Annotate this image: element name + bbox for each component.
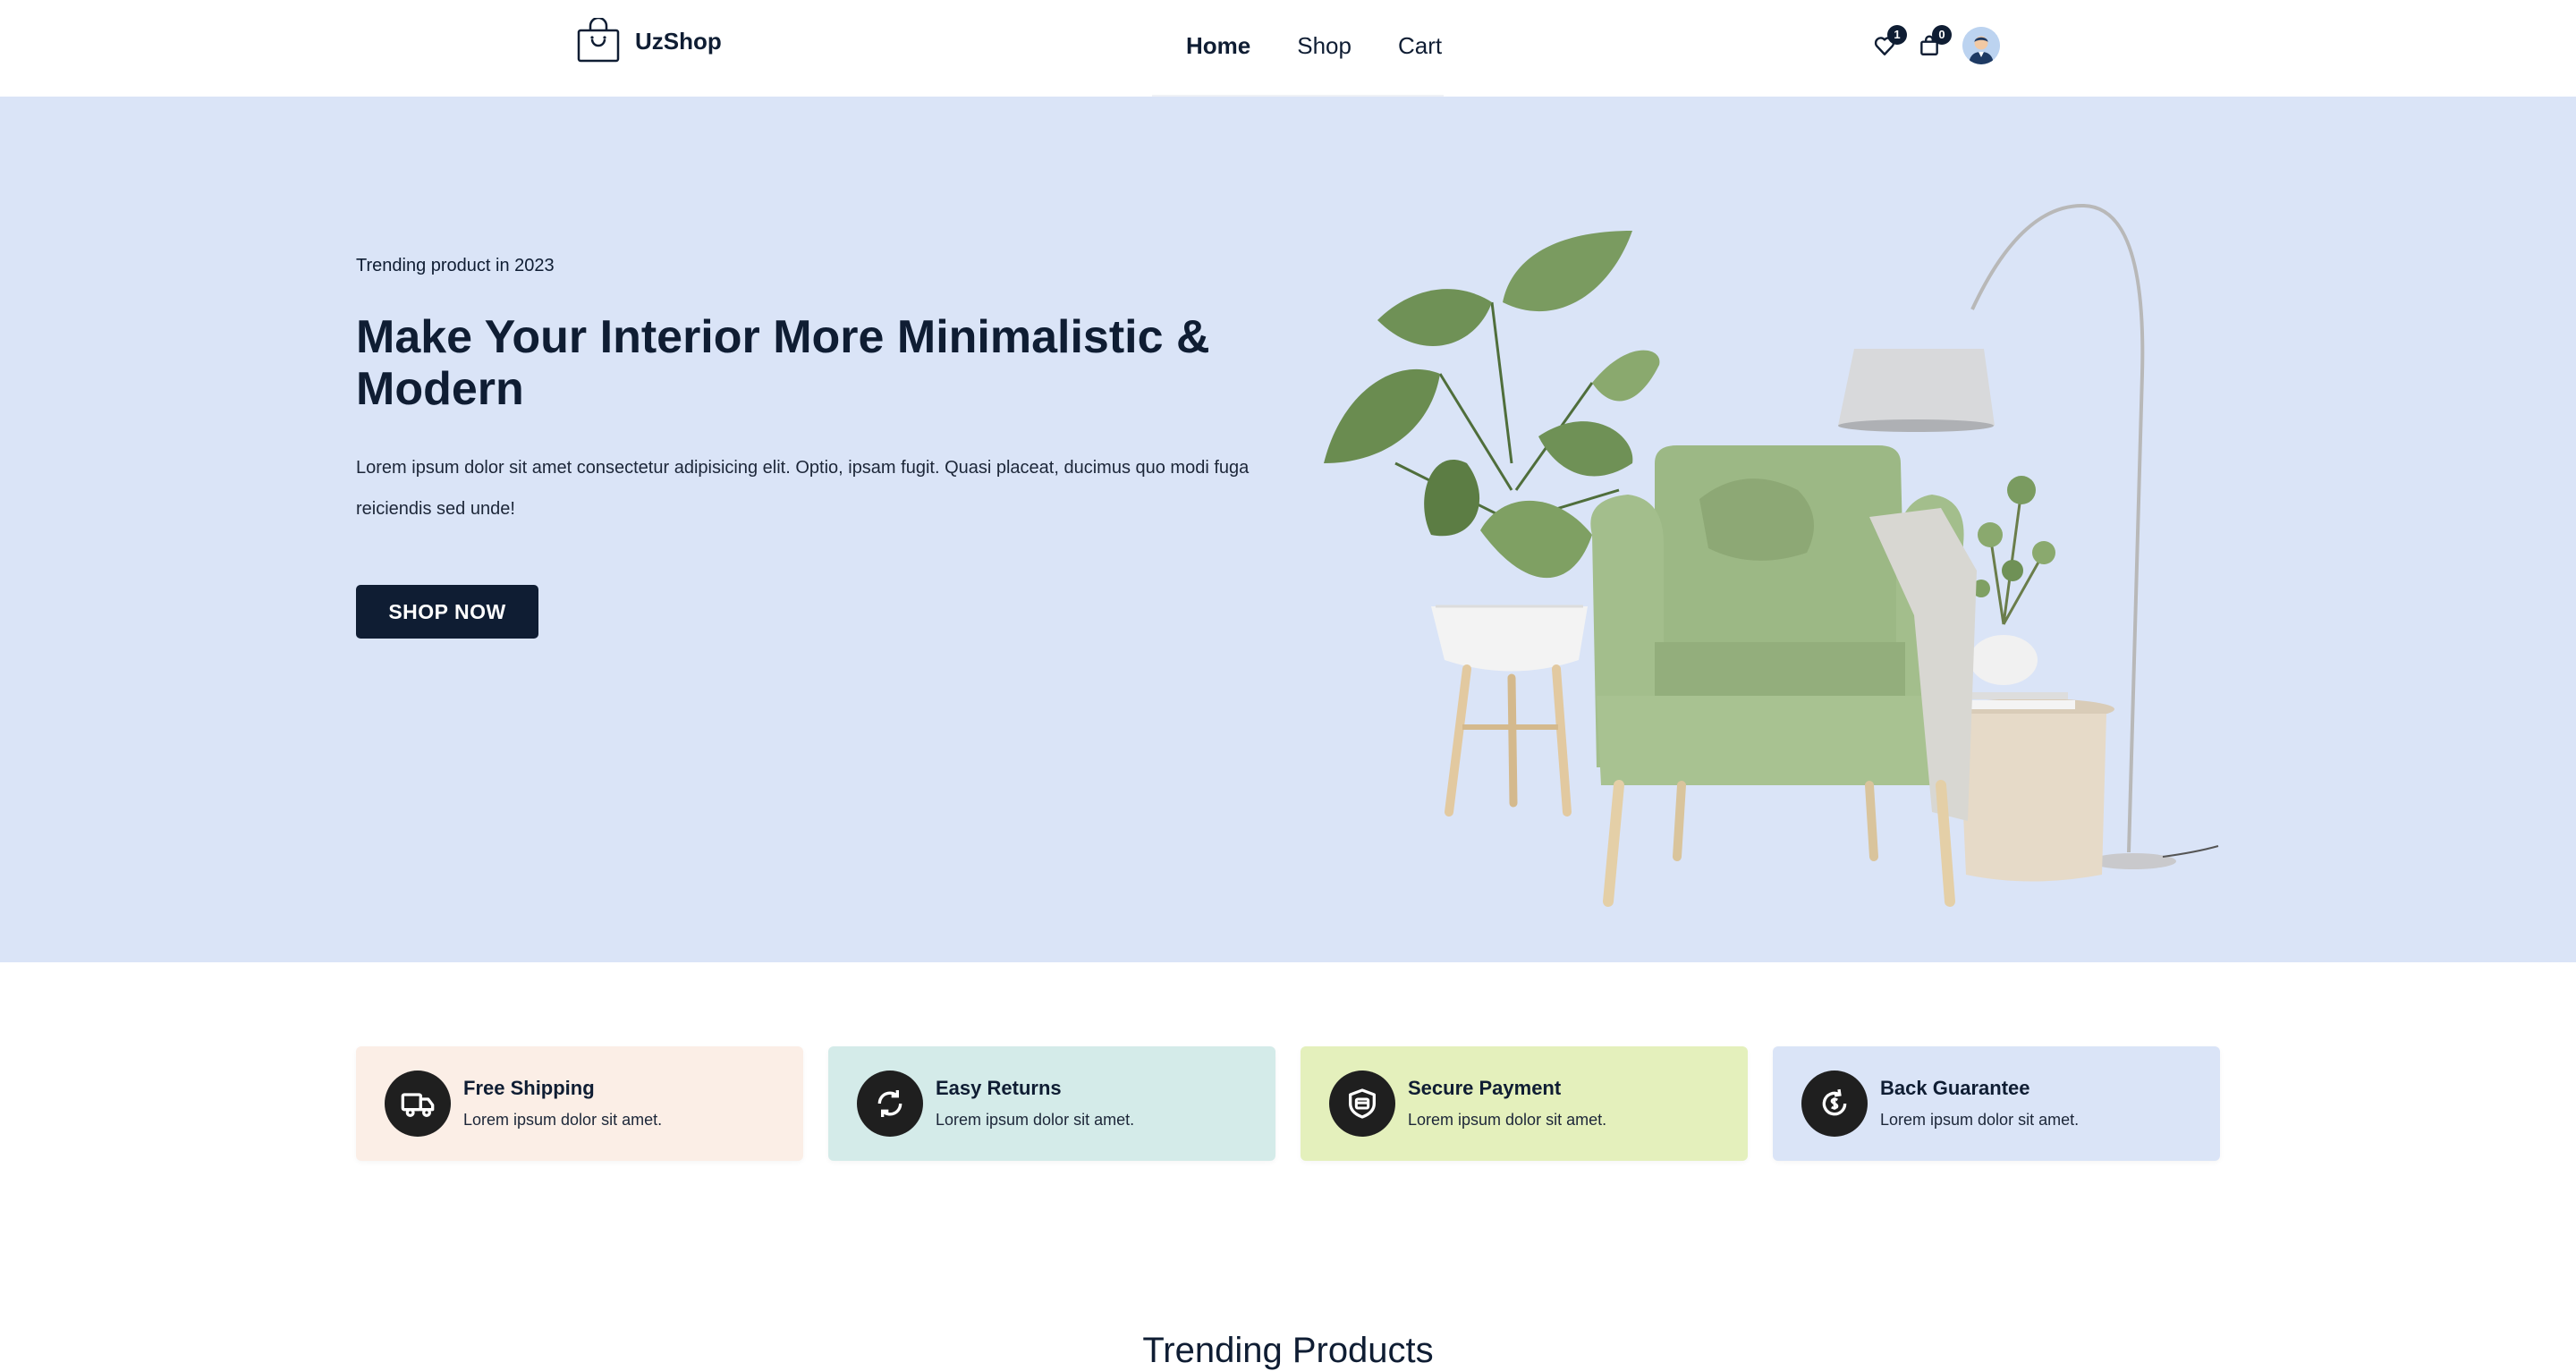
feature-icon-circle	[1801, 1071, 1868, 1137]
hero-description: Lorem ipsum dolor sit amet consectetur a…	[356, 458, 1250, 519]
main-nav: Home Shop Cart	[1163, 23, 1465, 69]
feature-title: Back Guarantee	[1880, 1077, 2030, 1099]
truck-icon	[401, 1093, 435, 1117]
user-avatar-icon	[1962, 27, 2000, 64]
user-avatar[interactable]	[1962, 27, 2000, 64]
feature-icon-circle	[857, 1071, 923, 1137]
shop-now-button[interactable]: SHOP NOW	[356, 585, 538, 639]
hero-subtitle: Trending product in 2023	[356, 256, 555, 275]
feature-icon-circle	[1329, 1071, 1395, 1137]
feature-card-secure-payment: Secure Payment Lorem ipsum dolor sit ame…	[1301, 1046, 1748, 1161]
feature-title: Secure Payment	[1408, 1077, 1562, 1099]
feature-description: Lorem ipsum dolor sit amet.	[463, 1111, 663, 1129]
nav-home[interactable]: Home	[1163, 23, 1274, 69]
trending-products-heading: Trending Products	[1142, 1331, 1434, 1370]
wishlist-button[interactable]: 1	[1869, 25, 1907, 61]
feature-card-back-guarantee: Back Guarantee Lorem ipsum dolor sit ame…	[1773, 1046, 2220, 1161]
shopping-bag-icon	[577, 18, 620, 63]
brand-logo[interactable]: UzShop	[576, 18, 722, 64]
feature-description: Lorem ipsum dolor sit amet.	[1408, 1111, 1607, 1129]
nav-shop[interactable]: Shop	[1274, 23, 1375, 69]
site-header: UzShop Home Shop Cart 1 0	[0, 0, 2576, 97]
cart-button[interactable]: 0	[1914, 25, 1952, 61]
feature-card-easy-returns: Easy Returns Lorem ipsum dolor sit amet.	[828, 1046, 1275, 1161]
brand-name: UzShop	[635, 27, 722, 55]
money-back-icon	[1822, 1088, 1847, 1116]
cart-count-badge: 0	[1932, 25, 1952, 45]
feature-title: Free Shipping	[463, 1077, 595, 1099]
feature-description: Lorem ipsum dolor sit amet.	[1880, 1111, 2080, 1129]
armchair-illustration	[1590, 445, 1977, 907]
feature-description: Lorem ipsum dolor sit amet.	[936, 1111, 1135, 1129]
nav-cart[interactable]: Cart	[1375, 23, 1465, 69]
wishlist-count-badge: 1	[1887, 25, 1907, 45]
feature-card-free-shipping: Free Shipping Lorem ipsum dolor sit amet…	[356, 1046, 803, 1161]
hero-furniture-illustration	[1324, 203, 2219, 907]
side-table-illustration	[1950, 476, 2114, 882]
refresh-icon	[877, 1090, 902, 1117]
feature-icon-circle	[385, 1071, 451, 1137]
feature-title: Easy Returns	[936, 1077, 1062, 1099]
header-actions: 1 0	[1869, 25, 2000, 64]
hero-section: Trending product in 2023 Make Your Inter…	[0, 97, 2576, 962]
hero-title: Make Your Interior More Minimalistic & M…	[356, 311, 1210, 415]
secure-card-icon	[1349, 1088, 1376, 1119]
features-row: Free Shipping Lorem ipsum dolor sit amet…	[356, 1046, 2220, 1161]
